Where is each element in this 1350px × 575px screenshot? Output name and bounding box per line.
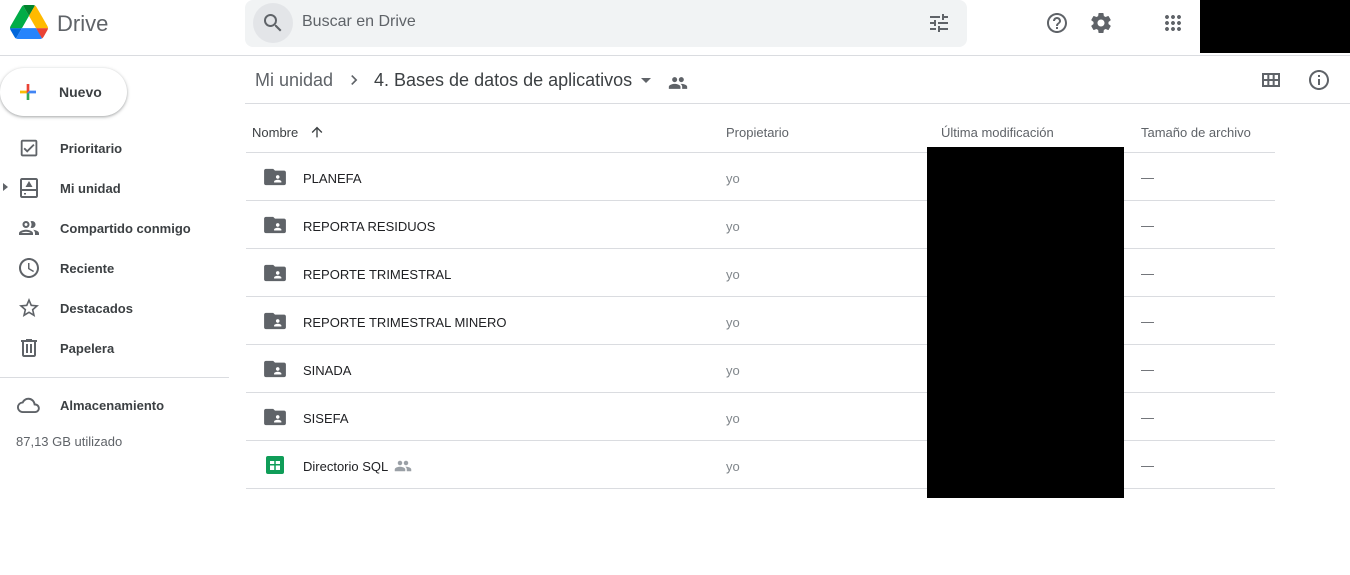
account-redacted[interactable] [1200, 0, 1350, 53]
plus-icon [20, 84, 36, 100]
grid-view-icon[interactable] [1259, 68, 1283, 92]
expand-arrow-icon[interactable] [3, 183, 8, 191]
sort-ascending-arrow-icon[interactable] [309, 124, 325, 140]
top-bar: Drive [0, 0, 1350, 56]
sidebar-divider [0, 377, 229, 378]
chevron-right-icon [351, 75, 358, 85]
file-owner: yo [726, 411, 740, 426]
star-icon [19, 298, 39, 317]
file-owner: yo [726, 459, 740, 474]
file-name[interactable]: REPORTE TRIMESTRAL MINERO [303, 315, 506, 330]
sidebar-item-almacenamiento[interactable]: Almacenamiento [0, 387, 229, 423]
file-owner: yo [726, 267, 740, 282]
column-header-modified[interactable]: Última modificación [941, 125, 1054, 140]
shared-folder-icon [264, 168, 286, 186]
file-name[interactable]: SISEFA [303, 411, 349, 426]
sidebar-item-label: Reciente [60, 261, 115, 276]
search-bar[interactable] [245, 0, 967, 47]
file-size: — [1141, 314, 1154, 329]
sidebar-item-reciente[interactable]: Reciente [0, 250, 229, 286]
shared-with-me-icon [19, 221, 39, 235]
shared-people-icon [668, 77, 688, 89]
sidebar-item-compartido[interactable]: Compartido conmigo [0, 210, 229, 246]
file-size: — [1141, 218, 1154, 233]
sidebar-item-label: Prioritario [60, 141, 123, 156]
file-owner: yo [726, 315, 740, 330]
file-owner: yo [726, 219, 740, 234]
breadcrumb-current-folder[interactable]: 4. Bases de datos de aplicativos [374, 70, 632, 91]
clock-icon [19, 258, 39, 278]
sidebar-item-label: Papelera [60, 341, 115, 356]
column-header-size[interactable]: Tamaño de archivo [1141, 125, 1251, 140]
file-size: — [1141, 170, 1154, 185]
sidebar-item-prioritario[interactable]: Prioritario [0, 130, 229, 166]
column-header-owner[interactable]: Propietario [726, 125, 789, 140]
sidebar-item-label: Mi unidad [60, 181, 121, 196]
search-button[interactable] [253, 3, 293, 43]
file-size: — [1141, 458, 1154, 473]
sidebar-item-papelera[interactable]: Papelera [0, 330, 229, 366]
priority-icon [20, 139, 38, 157]
shared-folder-icon [264, 408, 286, 426]
app-name[interactable]: Drive [57, 11, 108, 37]
file-name[interactable]: REPORTA RESIDUOS [303, 219, 435, 234]
file-owner: yo [726, 363, 740, 378]
search-input[interactable] [302, 13, 902, 31]
settings-gear-icon[interactable] [1089, 11, 1113, 35]
help-icon[interactable] [1045, 11, 1069, 35]
column-header-name[interactable]: Nombre [252, 125, 298, 140]
file-name[interactable]: PLANEFA [303, 171, 362, 186]
folder-menu-dropdown-icon[interactable] [641, 78, 651, 83]
new-button[interactable]: Nuevo [0, 68, 127, 116]
shared-people-icon [394, 460, 412, 472]
breadcrumb: Mi unidad 4. Bases de datos de aplicativ… [245, 56, 1350, 104]
shared-folder-icon [264, 312, 286, 330]
trash-icon [21, 339, 37, 357]
file-name[interactable]: Directorio SQL [303, 459, 388, 474]
file-owner: yo [726, 171, 740, 186]
file-size: — [1141, 362, 1154, 377]
drive-logo-icon[interactable] [10, 5, 48, 39]
sidebar-item-destacados[interactable]: Destacados [0, 290, 229, 326]
modified-column-redacted [927, 147, 1124, 498]
info-icon[interactable] [1307, 68, 1331, 92]
sidebar-item-label: Compartido conmigo [60, 221, 191, 236]
my-drive-icon [20, 178, 38, 198]
sidebar-item-label: Destacados [60, 301, 133, 316]
google-sheets-icon [266, 456, 284, 474]
file-list-header: Nombre Propietario Última modificación T… [246, 104, 1275, 153]
breadcrumb-root[interactable]: Mi unidad [255, 70, 333, 91]
file-name[interactable]: SINADA [303, 363, 351, 378]
cloud-icon [17, 397, 40, 413]
apps-grid-icon[interactable] [1161, 11, 1185, 35]
file-name[interactable]: REPORTE TRIMESTRAL [303, 267, 451, 282]
file-size: — [1141, 410, 1154, 425]
search-icon [264, 14, 282, 32]
sidebar-item-label: Almacenamiento [60, 398, 165, 413]
shared-folder-icon [264, 360, 286, 378]
storage-used-text: 87,13 GB utilizado [16, 434, 123, 449]
search-options-icon[interactable] [927, 11, 951, 35]
sidebar-item-mi-unidad[interactable]: Mi unidad [0, 170, 229, 206]
new-button-label: Nuevo [59, 84, 102, 100]
shared-folder-icon [264, 216, 286, 234]
shared-folder-icon [264, 264, 286, 282]
file-size: — [1141, 266, 1154, 281]
